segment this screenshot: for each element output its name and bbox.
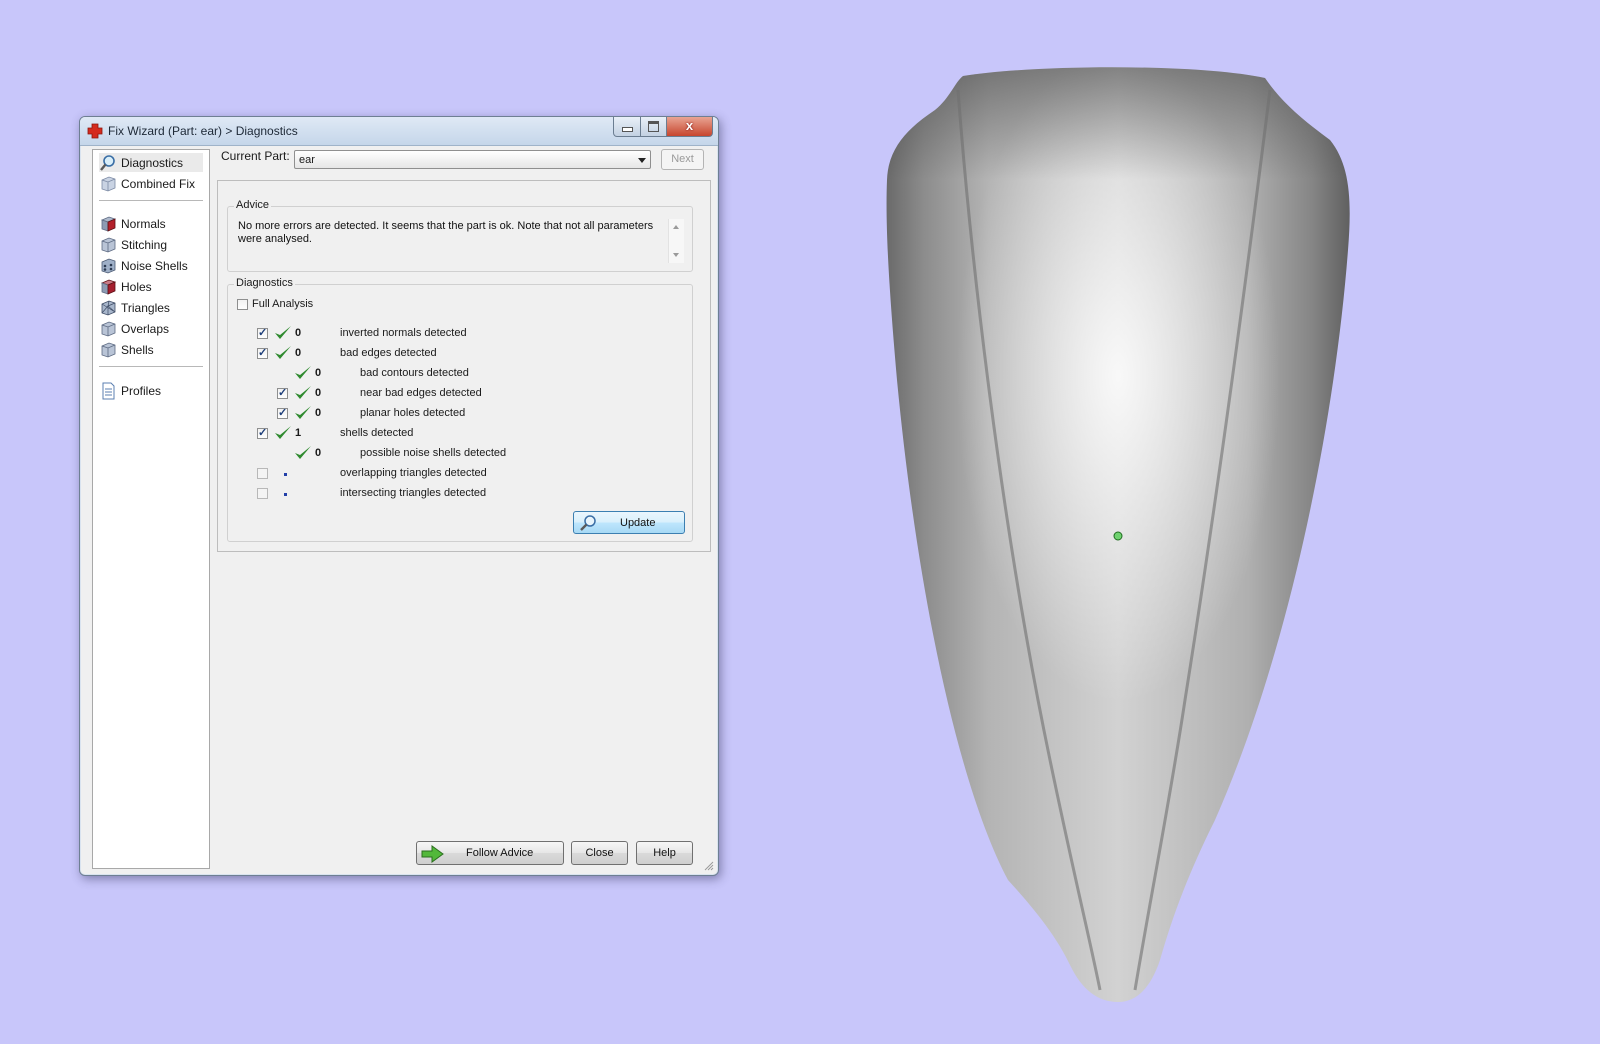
pending-dot-icon xyxy=(284,493,287,496)
magnifier-icon xyxy=(100,154,115,171)
nav-item-shells[interactable]: Shells xyxy=(99,340,203,359)
advice-scrollbar[interactable] xyxy=(668,219,684,263)
magnifier-icon xyxy=(580,515,596,531)
nav-item-diagnostics[interactable]: Diagnostics xyxy=(99,153,203,172)
diag-count: 1 xyxy=(295,427,302,439)
advice-group: Advice No more errors are detected. It s… xyxy=(227,199,693,272)
wireframe-cube-icon xyxy=(101,300,116,315)
pending-dot-icon xyxy=(284,473,287,476)
ear-model[interactable] xyxy=(886,67,1350,1002)
near-bad-edges-checkbox[interactable] xyxy=(277,386,288,399)
diag-count: 0 xyxy=(315,387,322,399)
cube-icon xyxy=(101,237,116,252)
chevron-down-icon xyxy=(638,158,646,163)
diag-label: bad contours detected xyxy=(360,367,469,379)
cube-hole-icon xyxy=(100,279,117,295)
resize-grip-icon[interactable] xyxy=(704,861,714,871)
diagnostics-panel: Advice No more errors are detected. It s… xyxy=(217,180,711,552)
close-icon: x xyxy=(685,118,694,133)
diag-count: 0 xyxy=(295,327,302,339)
update-label: Update xyxy=(620,516,656,529)
window-title: Fix Wizard (Part: ear) > Diagnostics xyxy=(108,124,298,138)
fix-wizard-window: Fix Wizard (Part: ear) > Diagnostics x D… xyxy=(79,116,719,876)
pivot-point-marker xyxy=(1113,531,1123,541)
diag-label: intersecting triangles detected xyxy=(340,487,487,499)
diag-label: shells detected xyxy=(340,427,414,439)
shells-checkbox[interactable] xyxy=(257,426,268,439)
overlapping-triangles-checkbox[interactable] xyxy=(257,468,268,479)
nav-item-profiles[interactable]: Profiles xyxy=(99,381,203,400)
diag-label: inverted normals detected xyxy=(340,327,467,339)
diag-label: overlapping triangles detected xyxy=(340,467,487,479)
nav-item-combined-fix[interactable]: Combined Fix xyxy=(99,174,203,193)
full-analysis-label: Full Analysis xyxy=(252,298,314,310)
close-window-button[interactable]: x xyxy=(667,117,713,137)
help-label: Help xyxy=(653,847,676,859)
minimize-button[interactable] xyxy=(613,117,641,137)
follow-advice-button[interactable]: Follow Advice xyxy=(416,841,564,865)
dotted-cube-icon xyxy=(101,258,116,273)
green-arrow-icon xyxy=(421,845,444,863)
diagnostics-title: Diagnostics xyxy=(234,277,295,289)
green-check-icon xyxy=(295,366,311,379)
planar-holes-checkbox[interactable] xyxy=(277,406,288,419)
green-check-icon xyxy=(275,426,291,439)
intersecting-triangles-checkbox[interactable] xyxy=(257,488,268,499)
title-bar[interactable]: Fix Wizard (Part: ear) > Diagnostics x xyxy=(80,117,718,146)
help-button[interactable]: Help xyxy=(636,841,693,865)
green-check-icon xyxy=(295,406,311,419)
nav-item-overlaps[interactable]: Overlaps xyxy=(99,319,203,338)
cube-icon xyxy=(101,176,116,191)
full-analysis-checkbox[interactable] xyxy=(237,299,248,310)
inverted-normals-checkbox[interactable] xyxy=(257,326,268,339)
advice-text: No more errors are detected. It seems th… xyxy=(238,220,654,245)
green-check-icon xyxy=(275,326,291,339)
current-part-value: ear xyxy=(299,154,315,166)
diag-label: possible noise shells detected xyxy=(360,447,507,459)
update-button[interactable]: Update xyxy=(573,511,685,534)
red-cross-icon xyxy=(87,123,103,139)
diag-count: 0 xyxy=(295,347,302,359)
nav-separator xyxy=(99,366,203,367)
diag-count: 0 xyxy=(315,407,322,419)
close-label: Close xyxy=(585,847,614,859)
nav-item-stitching[interactable]: Stitching xyxy=(99,235,203,254)
nav-item-holes[interactable]: Holes xyxy=(99,277,203,296)
diag-count: 0 xyxy=(315,447,322,459)
close-button[interactable]: Close xyxy=(571,841,628,865)
scroll-up-icon[interactable] xyxy=(673,225,679,229)
diagnostics-group: Diagnostics Full Analysis 0 inverted nor… xyxy=(227,277,693,542)
wizard-nav: Diagnostics Combined Fix Normals Stitchi… xyxy=(92,149,210,869)
nav-item-triangles[interactable]: Triangles xyxy=(99,298,203,317)
diag-label: planar holes detected xyxy=(360,407,466,419)
current-part-label: Current Part: xyxy=(221,149,290,163)
document-icon xyxy=(102,382,115,399)
cube-icon xyxy=(101,342,116,357)
diag-label: bad edges detected xyxy=(340,347,437,359)
diag-count: 0 xyxy=(315,367,322,379)
scroll-down-icon[interactable] xyxy=(673,253,679,257)
green-check-icon xyxy=(295,386,311,399)
cube-red-face-icon xyxy=(100,216,117,232)
advice-title: Advice xyxy=(234,199,272,211)
bad-edges-checkbox[interactable] xyxy=(257,346,268,359)
green-check-icon xyxy=(275,346,291,359)
nav-item-noise-shells[interactable]: Noise Shells xyxy=(99,256,203,275)
current-part-select[interactable]: ear xyxy=(294,150,651,169)
green-check-icon xyxy=(295,446,311,459)
diag-label: near bad edges detected xyxy=(360,387,482,399)
nav-separator xyxy=(99,200,203,201)
next-button[interactable]: Next xyxy=(661,149,704,170)
cube-icon xyxy=(101,321,116,336)
nav-item-normals[interactable]: Normals xyxy=(99,214,203,233)
follow-advice-label: Follow Advice xyxy=(466,847,534,859)
maximize-button[interactable] xyxy=(641,117,667,137)
